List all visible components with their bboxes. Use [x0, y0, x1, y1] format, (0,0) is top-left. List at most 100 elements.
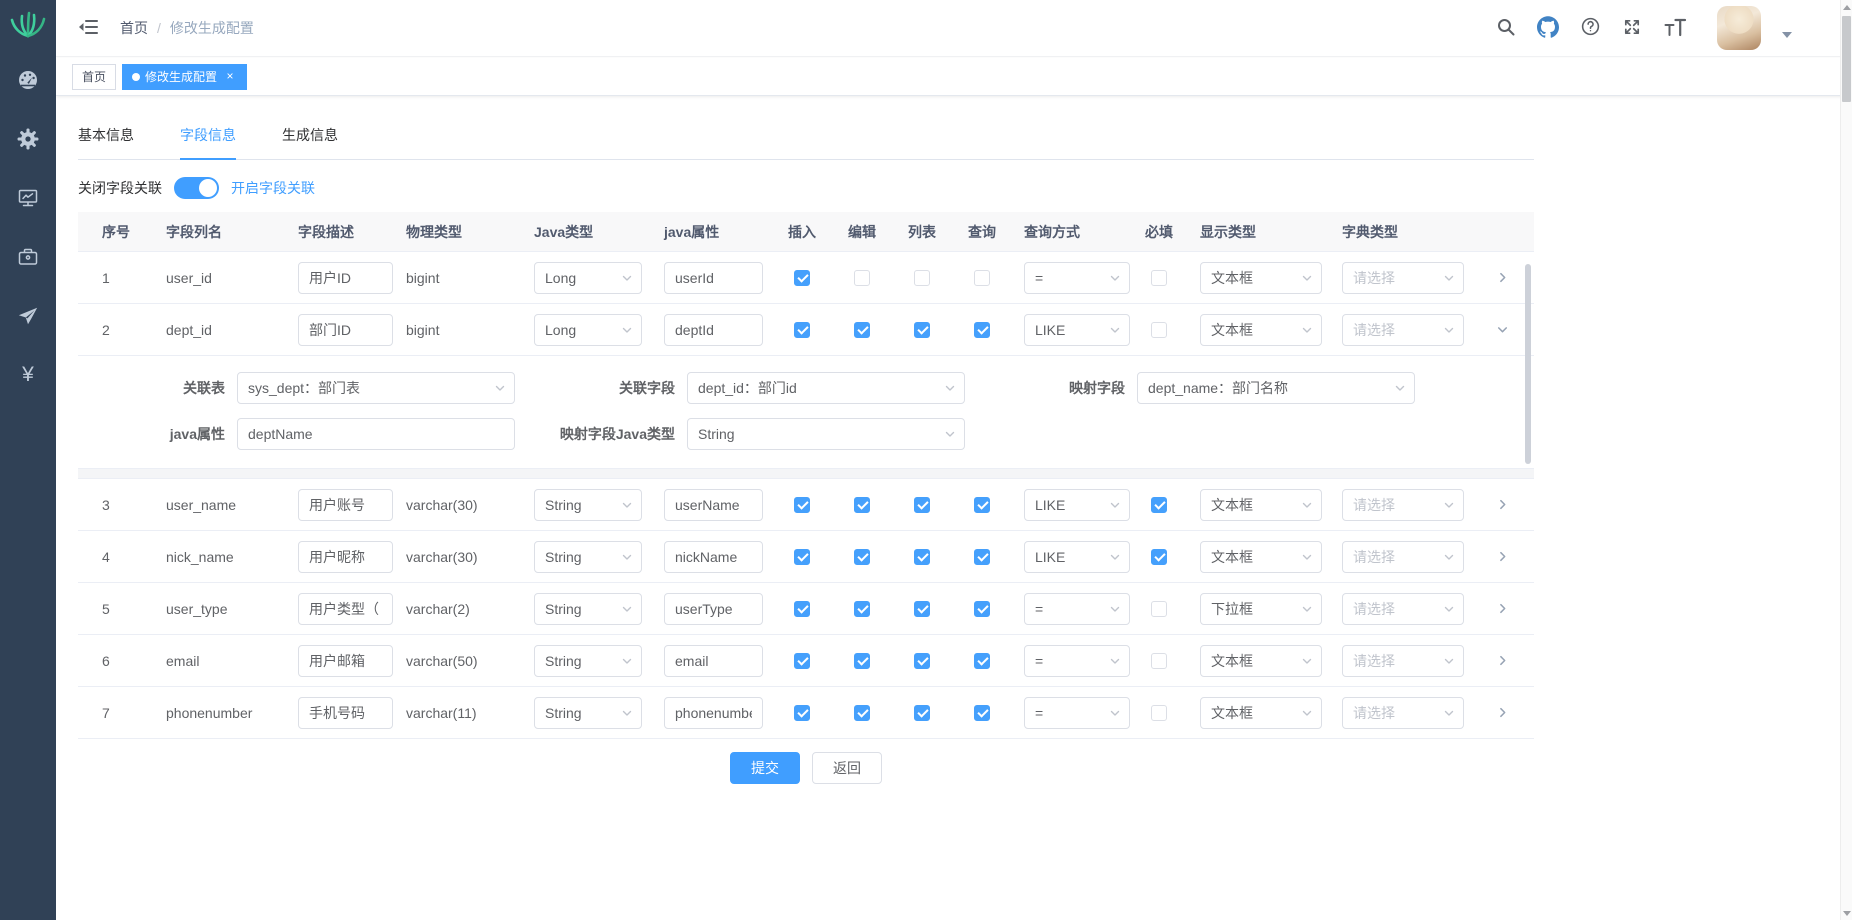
edit-checkbox[interactable]: [854, 601, 870, 617]
column-desc-input[interactable]: [298, 645, 393, 677]
row-expand-chevron-icon[interactable]: [1496, 550, 1509, 563]
edit-checkbox[interactable]: [854, 270, 870, 286]
help-button[interactable]: [1575, 11, 1606, 45]
edit-checkbox[interactable]: [854, 653, 870, 669]
scrollbar-down-arrow-icon[interactable]: [1841, 906, 1852, 920]
sidebar-item-tool[interactable]: [0, 227, 56, 286]
edit-checkbox[interactable]: [854, 497, 870, 513]
page-scrollbar-thumb[interactable]: [1842, 16, 1851, 102]
tab-generate-info[interactable]: 生成信息: [282, 113, 338, 159]
query-checkbox[interactable]: [974, 497, 990, 513]
insert-checkbox[interactable]: [794, 549, 810, 565]
list-checkbox[interactable]: [914, 705, 930, 721]
dict-type-select[interactable]: 请选择: [1342, 697, 1464, 729]
dict-type-select[interactable]: 请选择: [1342, 541, 1464, 573]
sidebar-item-monitor[interactable]: [0, 168, 56, 227]
query-checkbox[interactable]: [974, 270, 990, 286]
sidebar-toggle-button[interactable]: [72, 12, 104, 45]
breadcrumb-home[interactable]: 首页: [120, 18, 148, 38]
mapping-java-type-select[interactable]: String: [687, 418, 965, 450]
java-field-input[interactable]: [664, 489, 763, 521]
assoc-table-select[interactable]: sys_dept：部门表: [237, 372, 515, 404]
font-size-button[interactable]: [1658, 12, 1692, 45]
html-type-select[interactable]: 文本框: [1200, 697, 1322, 729]
query-checkbox[interactable]: [974, 705, 990, 721]
dict-type-select[interactable]: 请选择: [1342, 645, 1464, 677]
query-type-select[interactable]: =: [1024, 697, 1130, 729]
scrollbar-up-arrow-icon[interactable]: [1841, 0, 1852, 14]
sidebar-item-pay[interactable]: ¥: [0, 345, 56, 404]
query-type-select[interactable]: =: [1024, 262, 1130, 294]
query-checkbox[interactable]: [974, 601, 990, 617]
required-checkbox[interactable]: [1151, 653, 1167, 669]
page-scrollbar[interactable]: [1840, 0, 1852, 920]
required-checkbox[interactable]: [1151, 497, 1167, 513]
table-scrollbar-thumb[interactable]: [1525, 264, 1531, 464]
tag-close-icon[interactable]: ×: [223, 70, 237, 84]
required-checkbox[interactable]: [1151, 549, 1167, 565]
list-checkbox[interactable]: [914, 497, 930, 513]
html-type-select[interactable]: 下拉框: [1200, 593, 1322, 625]
dict-type-select[interactable]: 请选择: [1342, 314, 1464, 346]
insert-checkbox[interactable]: [794, 653, 810, 669]
mapping-java-field-input[interactable]: [237, 418, 515, 450]
list-checkbox[interactable]: [914, 270, 930, 286]
column-desc-input[interactable]: [298, 314, 393, 346]
html-type-select[interactable]: 文本框: [1200, 489, 1322, 521]
java-field-input[interactable]: [664, 541, 763, 573]
edit-checkbox[interactable]: [854, 549, 870, 565]
assoc-field-select[interactable]: dept_id：部门id: [687, 372, 965, 404]
html-type-select[interactable]: 文本框: [1200, 262, 1322, 294]
query-checkbox[interactable]: [974, 549, 990, 565]
app-logo[interactable]: [0, 0, 56, 50]
column-desc-input[interactable]: [298, 262, 393, 294]
list-checkbox[interactable]: [914, 549, 930, 565]
query-checkbox[interactable]: [974, 322, 990, 338]
row-expand-chevron-icon[interactable]: [1496, 323, 1509, 336]
html-type-select[interactable]: 文本框: [1200, 314, 1322, 346]
required-checkbox[interactable]: [1151, 601, 1167, 617]
java-type-select[interactable]: String: [534, 593, 642, 625]
insert-checkbox[interactable]: [794, 705, 810, 721]
insert-checkbox[interactable]: [794, 270, 810, 286]
java-type-select[interactable]: Long: [534, 262, 642, 294]
user-avatar[interactable]: [1717, 6, 1761, 50]
dict-type-select[interactable]: 请选择: [1342, 593, 1464, 625]
column-desc-input[interactable]: [298, 541, 393, 573]
html-type-select[interactable]: 文本框: [1200, 645, 1322, 677]
sidebar-item-guide[interactable]: [0, 286, 56, 345]
java-type-select[interactable]: String: [534, 645, 642, 677]
required-checkbox[interactable]: [1151, 270, 1167, 286]
mapping-field-select[interactable]: dept_name：部门名称: [1137, 372, 1415, 404]
java-type-select[interactable]: Long: [534, 314, 642, 346]
java-field-input[interactable]: [664, 645, 763, 677]
github-link[interactable]: [1532, 11, 1564, 46]
java-type-select[interactable]: String: [534, 697, 642, 729]
query-type-select[interactable]: LIKE: [1024, 314, 1130, 346]
query-type-select[interactable]: =: [1024, 645, 1130, 677]
list-checkbox[interactable]: [914, 653, 930, 669]
query-checkbox[interactable]: [974, 653, 990, 669]
association-toggle[interactable]: [174, 177, 219, 199]
sidebar-item-dashboard[interactable]: [0, 50, 56, 109]
caret-down-icon[interactable]: [1782, 32, 1792, 38]
edit-checkbox[interactable]: [854, 322, 870, 338]
java-field-input[interactable]: [664, 262, 763, 294]
dict-type-select[interactable]: 请选择: [1342, 262, 1464, 294]
insert-checkbox[interactable]: [794, 497, 810, 513]
search-button[interactable]: [1491, 12, 1521, 45]
edit-checkbox[interactable]: [854, 705, 870, 721]
list-checkbox[interactable]: [914, 601, 930, 617]
tag-home[interactable]: 首页: [72, 64, 116, 90]
sidebar-item-system[interactable]: [0, 109, 56, 168]
java-type-select[interactable]: String: [534, 489, 642, 521]
row-expand-chevron-icon[interactable]: [1496, 706, 1509, 719]
tab-basic-info[interactable]: 基本信息: [78, 113, 134, 159]
fullscreen-button[interactable]: [1617, 12, 1647, 45]
required-checkbox[interactable]: [1151, 322, 1167, 338]
java-field-input[interactable]: [664, 697, 763, 729]
column-desc-input[interactable]: [298, 593, 393, 625]
list-checkbox[interactable]: [914, 322, 930, 338]
back-button[interactable]: 返回: [812, 752, 882, 784]
column-desc-input[interactable]: [298, 697, 393, 729]
